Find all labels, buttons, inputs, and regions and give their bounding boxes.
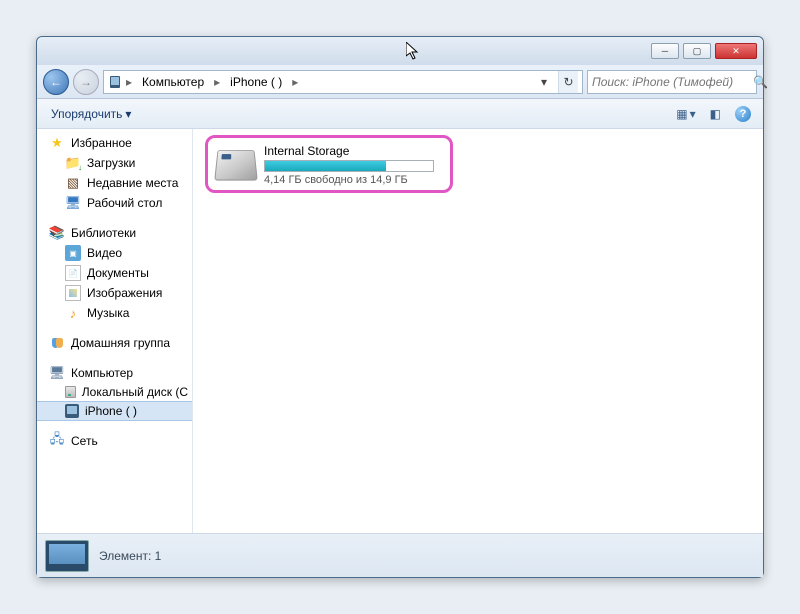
sidebar-item-label: Видео (87, 246, 122, 260)
sidebar-item-iphone[interactable]: iPhone ( ) (37, 401, 192, 421)
maximize-button[interactable]: ▢ (683, 43, 711, 59)
image-icon (65, 285, 81, 301)
storage-title: Internal Storage (264, 144, 442, 158)
search-box[interactable]: 🔍 (587, 70, 757, 94)
refresh-button[interactable]: ↻ (558, 71, 578, 93)
forward-button[interactable]: → (73, 69, 99, 95)
close-button[interactable]: ✕ (715, 43, 757, 59)
sidebar-item-label: Загрузки (87, 156, 135, 170)
homegroup-label: Домашняя группа (71, 336, 170, 350)
sidebar-item-images[interactable]: Изображения (37, 283, 192, 303)
status-thumbnail-icon (45, 540, 89, 572)
chevron-right-icon: ▸ (214, 75, 220, 89)
sidebar-item-recent[interactable]: ▧ Недавние места (37, 173, 192, 193)
recent-icon: ▧ (65, 175, 81, 191)
internal-storage-item[interactable]: Internal Storage 4,14 ГБ свободно из 14,… (205, 135, 453, 193)
search-input[interactable] (592, 75, 749, 89)
sidebar-item-label: Недавние места (87, 176, 178, 190)
storage-subtitle: 4,14 ГБ свободно из 14,9 ГБ (264, 174, 442, 186)
help-button[interactable]: ? (731, 104, 755, 124)
music-icon: ♪ (65, 305, 81, 321)
computer-label: Компьютер (71, 366, 133, 380)
drive-icon (65, 386, 76, 398)
sidebar-item-label: Изображения (87, 286, 162, 300)
sidebar-item-label: Локальный диск (C (82, 385, 188, 399)
breadcrumb-iphone[interactable]: iPhone ( ) (224, 73, 288, 91)
sidebar-head-homegroup[interactable]: Домашняя группа (37, 333, 192, 353)
chevron-down-icon: ▾ (125, 107, 131, 121)
sidebar-item-label: iPhone ( ) (85, 404, 137, 418)
search-icon: 🔍 (753, 75, 768, 89)
computer-icon: 🖥 (49, 365, 65, 381)
back-button[interactable]: ← (43, 69, 69, 95)
organize-label: Упорядочить (51, 107, 122, 121)
chevron-down-icon: ▾ (690, 107, 696, 121)
sidebar-head-favorites[interactable]: ★ Избранное (37, 133, 192, 153)
desktop-icon: 🖥 (65, 195, 81, 211)
sidebar-item-documents[interactable]: 📄 Документы (37, 263, 192, 283)
library-icon: 📚 (49, 225, 65, 241)
arrow-right-icon: → (80, 75, 92, 89)
sidebar-item-downloads[interactable]: 📁 Загрузки (37, 153, 192, 173)
address-dropdown[interactable]: ▾ (534, 75, 554, 89)
libraries-label: Библиотеки (71, 226, 136, 240)
sidebar-head-network[interactable]: 🖧 Сеть (37, 431, 192, 451)
sidebar-item-label: Рабочий стол (87, 196, 162, 210)
status-text: Элемент: 1 (99, 549, 161, 563)
sidebar-item-video[interactable]: ▣ Видео (37, 243, 192, 263)
storage-icon (214, 150, 258, 181)
folder-download-icon: 📁 (65, 155, 81, 171)
address-bar[interactable]: ▸ Компьютер ▸ iPhone ( ) ▸ ▾ ↻ (103, 70, 583, 94)
storage-fill (265, 161, 386, 171)
view-icon: ▦ (676, 107, 687, 121)
titlebar[interactable]: ─ ▢ ✕ (37, 37, 763, 65)
sidebar-head-computer[interactable]: 🖥 Компьютер (37, 363, 192, 383)
view-options-button[interactable]: ▦ ▾ (672, 105, 699, 123)
sidebar-item-desktop[interactable]: 🖥 Рабочий стол (37, 193, 192, 213)
chevron-right-icon: ▸ (292, 75, 298, 89)
help-icon: ? (735, 106, 751, 122)
minimize-button[interactable]: ─ (651, 43, 679, 59)
phone-icon (108, 75, 122, 89)
sidebar-item-label: Документы (87, 266, 149, 280)
arrow-left-icon: ← (50, 75, 62, 89)
breadcrumb-computer[interactable]: Компьютер (136, 73, 210, 91)
nav-bar: ← → ▸ Компьютер ▸ iPhone ( ) ▸ ▾ ↻ 🔍 (37, 65, 763, 99)
sidebar-item-localdisk[interactable]: Локальный диск (C (37, 383, 192, 401)
favorites-label: Избранное (71, 136, 132, 150)
sidebar-item-music[interactable]: ♪ Музыка (37, 303, 192, 323)
network-label: Сеть (71, 434, 98, 448)
toolbar: Упорядочить ▾ ▦ ▾ ◧ ? (37, 99, 763, 129)
storage-bar (264, 160, 434, 172)
sidebar-item-label: Музыка (87, 306, 129, 320)
content-pane[interactable]: Internal Storage 4,14 ГБ свободно из 14,… (193, 129, 763, 533)
body: ★ Избранное 📁 Загрузки ▧ Недавние места … (37, 129, 763, 533)
homegroup-icon (49, 335, 65, 351)
document-icon: 📄 (65, 265, 81, 281)
chevron-right-icon: ▸ (126, 75, 132, 89)
preview-pane-button[interactable]: ◧ (706, 105, 725, 123)
sidebar: ★ Избранное 📁 Загрузки ▧ Недавние места … (37, 129, 193, 533)
pane-icon: ◧ (710, 107, 721, 121)
organize-button[interactable]: Упорядочить ▾ (45, 104, 137, 124)
phone-icon (65, 404, 79, 418)
explorer-window: ─ ▢ ✕ ← → ▸ Компьютер ▸ iPhone ( ) ▸ ▾ ↻ (36, 36, 764, 578)
star-icon: ★ (49, 135, 65, 151)
status-bar: Элемент: 1 (37, 533, 763, 577)
video-icon: ▣ (65, 245, 81, 261)
network-icon: 🖧 (49, 433, 65, 449)
sidebar-head-libraries[interactable]: 📚 Библиотеки (37, 223, 192, 243)
storage-info: Internal Storage 4,14 ГБ свободно из 14,… (264, 144, 442, 186)
